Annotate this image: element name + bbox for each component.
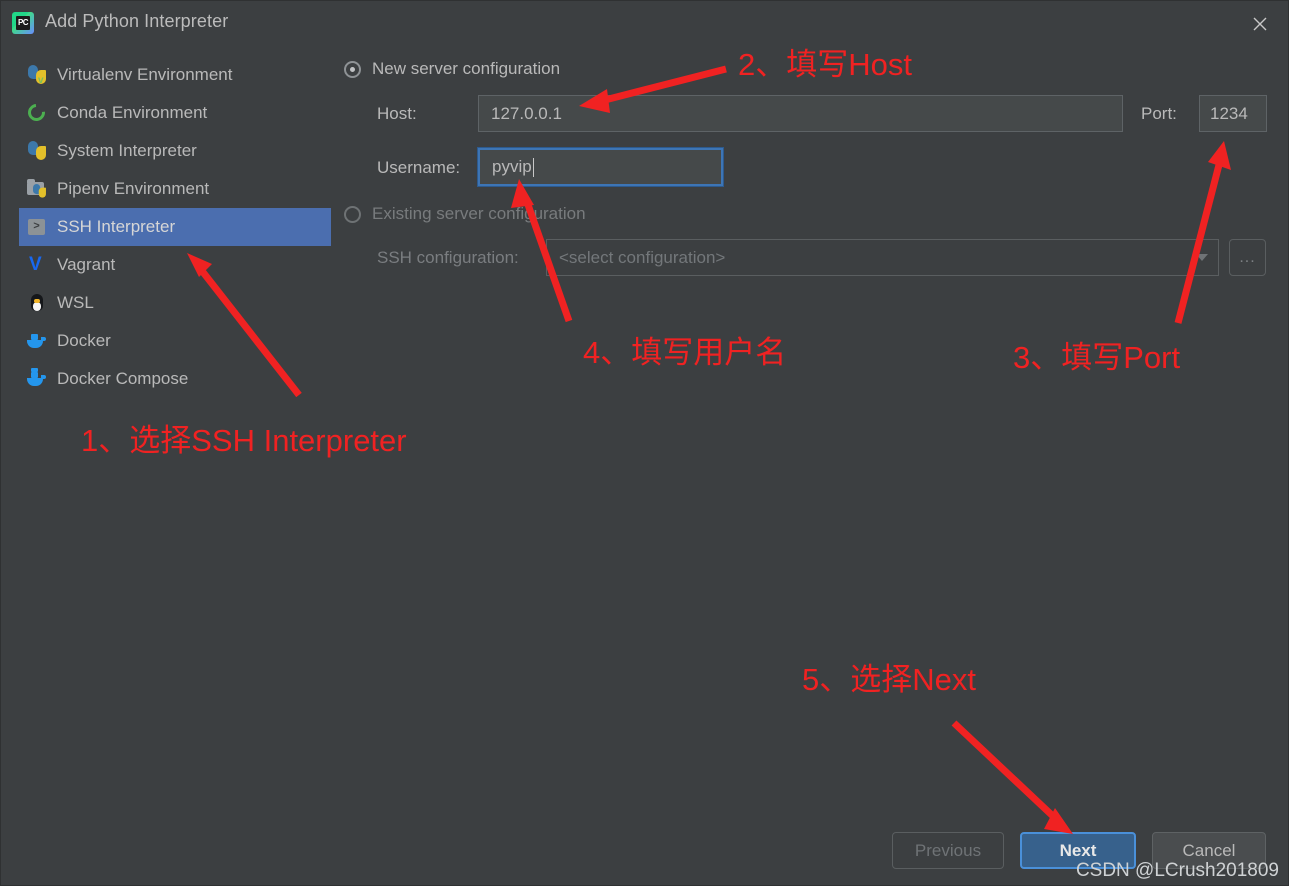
sidebar-item-conda-environment[interactable]: Conda Environment	[19, 94, 331, 132]
page-title: Add Python Interpreter	[45, 11, 229, 31]
ssh-terminal-icon: >	[26, 216, 48, 238]
next-button-label: Next	[1059, 840, 1097, 860]
sidebar-item-label: Docker Compose	[57, 369, 189, 388]
docker-whale-icon	[26, 330, 48, 352]
arrow-to-next-button	[951, 720, 1073, 834]
annotation-step-2: 2、填写Host	[738, 47, 912, 82]
radio-existing-server-configuration[interactable]: Existing server configuration	[344, 204, 586, 224]
docker-compose-icon	[26, 368, 48, 390]
host-input[interactable]: 127.0.0.1	[478, 95, 1123, 132]
pipenv-folder-icon	[26, 178, 48, 200]
annotation-step-4: 4、填写用户名	[583, 335, 787, 370]
csdn-watermark: CSDN @LCrush201809	[1075, 860, 1279, 881]
chevron-down-icon	[1196, 254, 1208, 261]
sidebar-item-label: Conda Environment	[57, 103, 208, 122]
username-input[interactable]: pyvip	[477, 147, 724, 187]
python-icon	[26, 140, 48, 162]
browse-button-label: ...	[1239, 248, 1256, 266]
linux-tux-icon	[26, 292, 48, 314]
sidebar-item-label: Pipenv Environment	[57, 179, 210, 198]
port-input-value: 1234	[1210, 103, 1248, 123]
arrow-to-port-field	[1174, 141, 1231, 324]
python-venv-icon: v	[26, 64, 48, 86]
sidebar-item-label: SSH Interpreter	[57, 217, 176, 236]
radio-label-existing-server: Existing server configuration	[372, 204, 586, 223]
radio-indicator-new-server	[344, 60, 361, 78]
radio-label-new-server: New server configuration	[372, 59, 561, 78]
sidebar-item-virtualenv-environment[interactable]: v Virtualenv Environment	[19, 56, 331, 94]
text-caret	[532, 157, 534, 177]
sidebar-item-label: Virtualenv Environment	[57, 65, 233, 84]
sidebar-item-label: Docker	[57, 331, 111, 350]
annotation-step-1: 1、选择SSH Interpreter	[81, 423, 407, 458]
sidebar-item-docker-compose[interactable]: Docker Compose	[19, 360, 331, 398]
previous-button[interactable]: Previous	[892, 832, 1004, 869]
interpreter-type-list[interactable]: v Virtualenv Environment Conda Environme…	[19, 56, 331, 398]
sidebar-item-docker[interactable]: Docker	[19, 322, 331, 360]
ssh-configuration-select[interactable]: <select configuration>	[546, 239, 1219, 276]
title-bar: PC Add Python Interpreter	[1, 1, 1288, 46]
cancel-button-label: Cancel	[1182, 840, 1236, 860]
add-python-interpreter-dialog: PC Add Python Interpreter v Virtualenv E…	[0, 0, 1289, 886]
annotation-step-3: 3、填写Port	[1013, 340, 1181, 375]
vagrant-icon: V	[29, 254, 42, 275]
username-input-value: pyvip	[492, 157, 532, 176]
sidebar-item-system-interpreter[interactable]: System Interpreter	[19, 132, 331, 170]
sidebar-item-label: WSL	[57, 293, 94, 312]
sidebar-item-wsl[interactable]: WSL	[19, 284, 331, 322]
sidebar-item-label: Vagrant	[57, 255, 116, 274]
conda-icon	[24, 100, 49, 125]
sidebar-item-vagrant[interactable]: V Vagrant	[19, 246, 331, 284]
ssh-configuration-value: <select configuration>	[559, 247, 726, 267]
previous-button-label: Previous	[914, 840, 982, 860]
host-input-value: 127.0.0.1	[491, 103, 562, 123]
sidebar-item-label: System Interpreter	[57, 141, 197, 160]
browse-ssh-configuration-button[interactable]: ...	[1229, 239, 1266, 276]
host-label: Host:	[377, 104, 417, 123]
pycharm-icon-label: PC	[16, 16, 30, 30]
sidebar-item-ssh-interpreter[interactable]: > SSH Interpreter	[19, 208, 331, 246]
close-icon[interactable]	[1238, 7, 1282, 39]
annotation-step-5: 5、选择Next	[802, 662, 976, 697]
ssh-configuration-label: SSH configuration:	[377, 248, 519, 267]
sidebar-item-pipenv-environment[interactable]: Pipenv Environment	[19, 170, 331, 208]
radio-new-server-configuration[interactable]: New server configuration	[344, 59, 560, 79]
radio-indicator-existing-server	[344, 205, 361, 223]
port-input[interactable]: 1234	[1199, 95, 1267, 132]
pycharm-icon: PC	[12, 12, 34, 34]
port-label: Port:	[1141, 104, 1177, 123]
username-label: Username:	[377, 158, 461, 177]
close-glyph	[1253, 17, 1267, 31]
